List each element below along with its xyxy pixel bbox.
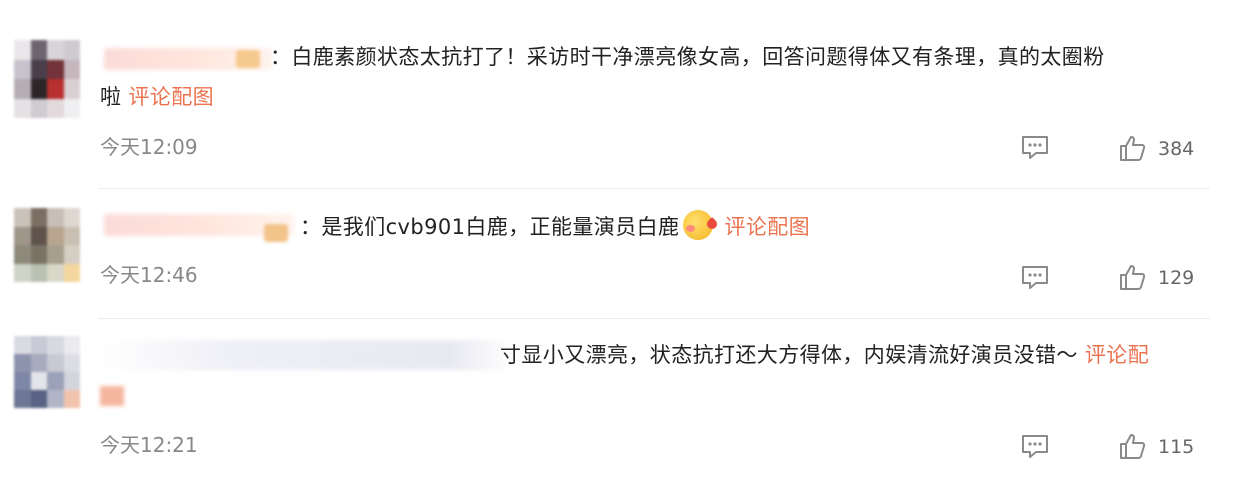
like-count: 115: [1158, 436, 1195, 458]
divider: [98, 318, 1210, 319]
like-count: 384: [1158, 138, 1195, 160]
user-badge-redacted: [264, 224, 288, 242]
avatar[interactable]: [14, 336, 80, 408]
user-badge-redacted: [100, 386, 124, 406]
comment-image-link[interactable]: 评论配图: [724, 215, 810, 239]
like-icon[interactable]: [1118, 134, 1146, 162]
comment-time: 今天12:09: [100, 135, 198, 159]
like-count: 129: [1158, 267, 1195, 289]
avatar[interactable]: [14, 208, 80, 282]
comment-text-continued: 啦 评论配图: [100, 85, 215, 109]
reply-icon[interactable]: [1020, 264, 1050, 290]
comment-time: 今天12:21: [100, 433, 198, 457]
like-icon[interactable]: [1118, 263, 1146, 291]
comment-image-link[interactable]: 评论配: [1085, 343, 1149, 367]
reply-icon[interactable]: [1020, 134, 1050, 160]
comment-image-link[interactable]: 评论配图: [128, 85, 214, 109]
reply-icon[interactable]: [1020, 433, 1050, 459]
kiss-emoji-icon: [683, 210, 714, 240]
comment-text: 寸显小又漂亮，状态抗打还大方得体，内娱清流好演员没错～ 评论配: [500, 343, 1150, 367]
username-redacted[interactable]: [100, 340, 512, 370]
avatar[interactable]: [14, 40, 80, 118]
like-icon[interactable]: [1118, 432, 1146, 460]
comment-text: ：白鹿素颜状态太抗打了！采访时干净漂亮像女高，回答问题得体又有条理，真的太圈粉: [270, 45, 1105, 69]
divider: [98, 188, 1210, 189]
user-badge-redacted: [236, 50, 260, 68]
comment-time: 今天12:46: [100, 263, 198, 287]
comment-text: ：是我们cvb901白鹿，正能量演员白鹿 评论配图: [300, 208, 810, 246]
